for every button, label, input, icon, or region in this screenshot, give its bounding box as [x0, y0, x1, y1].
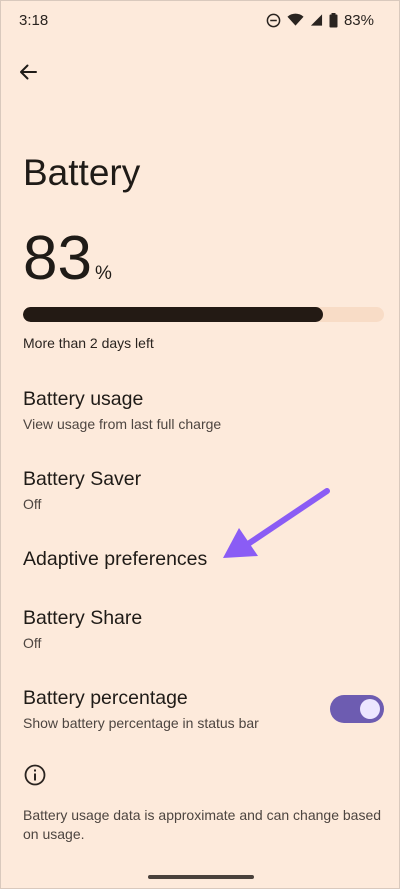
- battery-level-bar-fill: [23, 307, 323, 322]
- status-bar: 3:18 83%: [0, 0, 400, 40]
- battery-usage-title: Battery usage: [23, 388, 144, 410]
- battery-percentage-toggle[interactable]: [330, 695, 384, 723]
- battery-share-status: Off: [23, 635, 42, 651]
- adaptive-preferences-title: Adaptive preferences: [23, 548, 208, 570]
- wifi-icon: [287, 13, 304, 26]
- do-not-disturb-icon: [266, 13, 281, 27]
- battery-percentage-subtitle: Show battery percentage in status bar: [23, 715, 259, 731]
- status-battery-percent: 83%: [343, 11, 374, 29]
- screen-frame: [0, 0, 400, 889]
- battery-level-bar: [23, 307, 384, 322]
- battery-share-item[interactable]: Battery Share Off: [0, 599, 400, 659]
- info-icon: [24, 764, 46, 786]
- page-title: Battery: [23, 152, 141, 193]
- battery-percentage-title: Battery percentage: [23, 687, 188, 709]
- battery-saver-status: Off: [23, 496, 42, 512]
- battery-icon: [329, 12, 338, 27]
- arrow-left-icon: [20, 64, 37, 80]
- battery-usage-subtitle: View usage from last full charge: [23, 416, 222, 432]
- battery-level-unit: %: [94, 263, 112, 284]
- adaptive-preferences-item[interactable]: Adaptive preferences: [0, 540, 400, 580]
- signal-icon: [310, 14, 323, 26]
- home-indicator[interactable]: [148, 875, 254, 879]
- status-time: 3:18: [19, 12, 49, 29]
- battery-saver-item[interactable]: Battery Saver Off: [0, 460, 400, 520]
- battery-usage-item[interactable]: Battery usage View usage from last full …: [0, 380, 400, 440]
- back-button[interactable]: [14, 58, 42, 86]
- footer-note: Battery usage data is approximate and ca…: [23, 807, 382, 842]
- battery-level-value: 83: [23, 224, 92, 293]
- battery-saver-title: Battery Saver: [23, 468, 142, 490]
- toggle-knob: [360, 699, 380, 719]
- battery-share-title: Battery Share: [23, 607, 143, 629]
- status-icons: 83%: [266, 11, 374, 29]
- time-remaining: More than 2 days left: [23, 335, 154, 351]
- battery-level: 83%: [23, 228, 112, 290]
